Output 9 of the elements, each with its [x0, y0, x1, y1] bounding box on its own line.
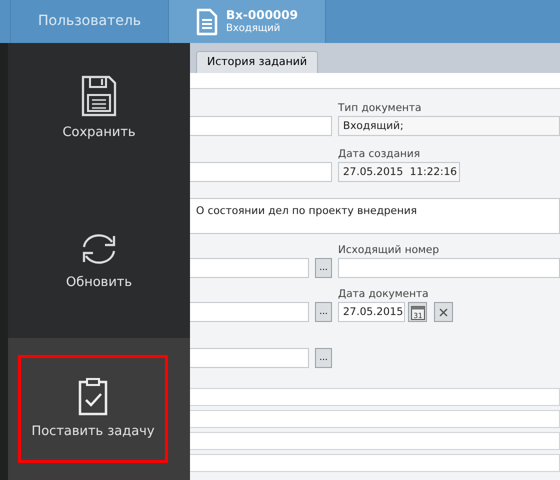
- document-number: Вх-000009: [226, 8, 298, 23]
- document-type: Входящий: [226, 22, 282, 35]
- field-label: Дата документа: [338, 287, 429, 302]
- button-label: Обновить: [66, 274, 132, 292]
- field-label: Тип документа: [338, 101, 422, 116]
- button-label: Поставить задачу: [31, 423, 155, 442]
- button-label: Сохранить: [62, 124, 136, 142]
- field-label: Дата создания: [338, 147, 420, 162]
- field-label: Исходящий номер: [338, 243, 440, 258]
